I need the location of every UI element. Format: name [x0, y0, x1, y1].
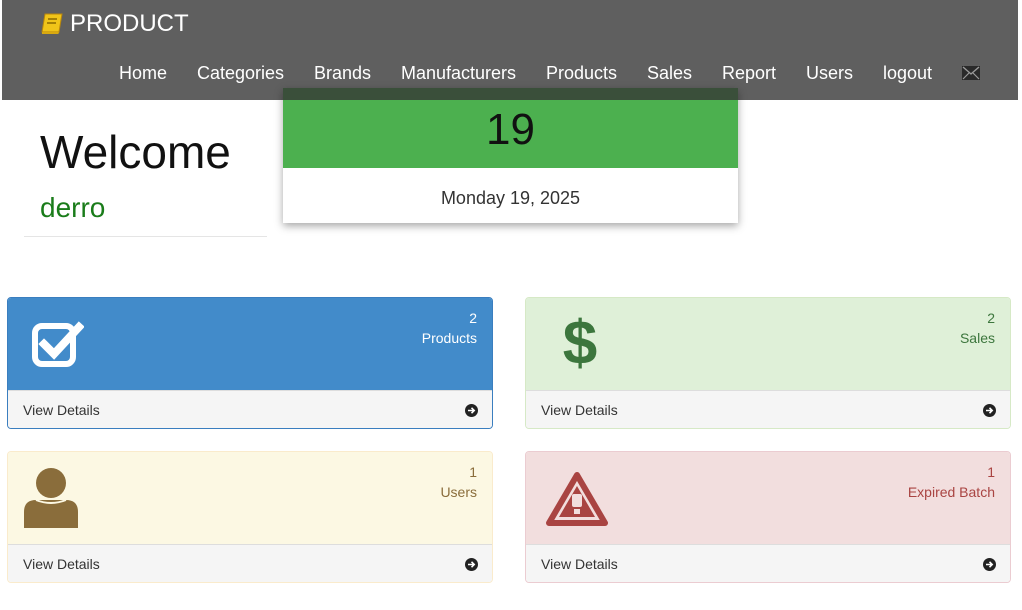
- nav-categories[interactable]: Categories: [197, 60, 284, 86]
- products-label: Products: [421, 330, 477, 346]
- panel-expired-batch: 1 Expired Batch View Details: [525, 451, 1011, 583]
- warning-icon: [546, 472, 608, 531]
- book-icon: [40, 13, 64, 35]
- sales-view-details[interactable]: View Details: [526, 390, 1010, 428]
- panel-sales-header: $ 2 Sales: [526, 298, 1010, 390]
- products-count: 2: [469, 310, 477, 326]
- expired-view-details[interactable]: View Details: [526, 544, 1010, 582]
- arrow-circle-right-icon: [465, 404, 478, 422]
- products-view-details[interactable]: View Details: [8, 390, 492, 428]
- nav-brands[interactable]: Brands: [314, 60, 371, 86]
- brand-name: PRODUCT: [70, 10, 189, 37]
- date-full: Monday 19, 2025: [440, 188, 581, 208]
- nav-products[interactable]: Products: [546, 60, 617, 86]
- sales-count: 2: [987, 310, 995, 326]
- date-day: 19: [486, 105, 535, 154]
- panel-expired-header: 1 Expired Batch: [526, 452, 1010, 544]
- arrow-circle-right-icon: [983, 558, 996, 576]
- view-details-label: View Details: [541, 556, 618, 572]
- checkbox-icon: [32, 320, 85, 373]
- arrow-circle-right-icon: [465, 558, 478, 576]
- dollar-icon: $: [560, 309, 600, 378]
- users-count: 1: [469, 464, 477, 480]
- users-label: Users: [440, 484, 477, 500]
- nav-manufacturers[interactable]: Manufacturers: [401, 60, 516, 86]
- panel-products: 2 Products View Details: [7, 297, 493, 429]
- top-navbar: PRODUCT Home Categories Brands Manufactu…: [2, 0, 1018, 100]
- brand-link[interactable]: PRODUCT: [40, 10, 189, 38]
- nav-users[interactable]: Users: [806, 60, 853, 86]
- expired-count: 1: [987, 464, 995, 480]
- panel-users-header: 1 Users: [8, 452, 492, 544]
- view-details-label: View Details: [541, 402, 618, 418]
- welcome-section: Welcome derro: [24, 110, 267, 237]
- panel-users: 1 Users View Details: [7, 451, 493, 583]
- panel-products-header: 2 Products: [8, 298, 492, 390]
- nav-report[interactable]: Report: [722, 60, 776, 86]
- nav-sales[interactable]: Sales: [647, 60, 692, 86]
- nav-home[interactable]: Home: [119, 60, 167, 86]
- user-icon: [22, 466, 80, 535]
- date-card: 19 Monday 19, 2025: [283, 88, 738, 223]
- envelope-icon[interactable]: [962, 66, 980, 85]
- welcome-heading: Welcome: [40, 126, 231, 178]
- view-details-label: View Details: [23, 556, 100, 572]
- view-details-label: View Details: [23, 402, 100, 418]
- expired-label: Expired Batch: [907, 484, 995, 500]
- welcome-username: derro: [40, 192, 106, 223]
- arrow-circle-right-icon: [983, 404, 996, 422]
- nav-logout[interactable]: logout: [883, 60, 932, 86]
- sales-label: Sales: [959, 330, 995, 346]
- panel-sales: $ 2 Sales View Details: [525, 297, 1011, 429]
- svg-text:$: $: [563, 312, 597, 372]
- users-view-details[interactable]: View Details: [8, 544, 492, 582]
